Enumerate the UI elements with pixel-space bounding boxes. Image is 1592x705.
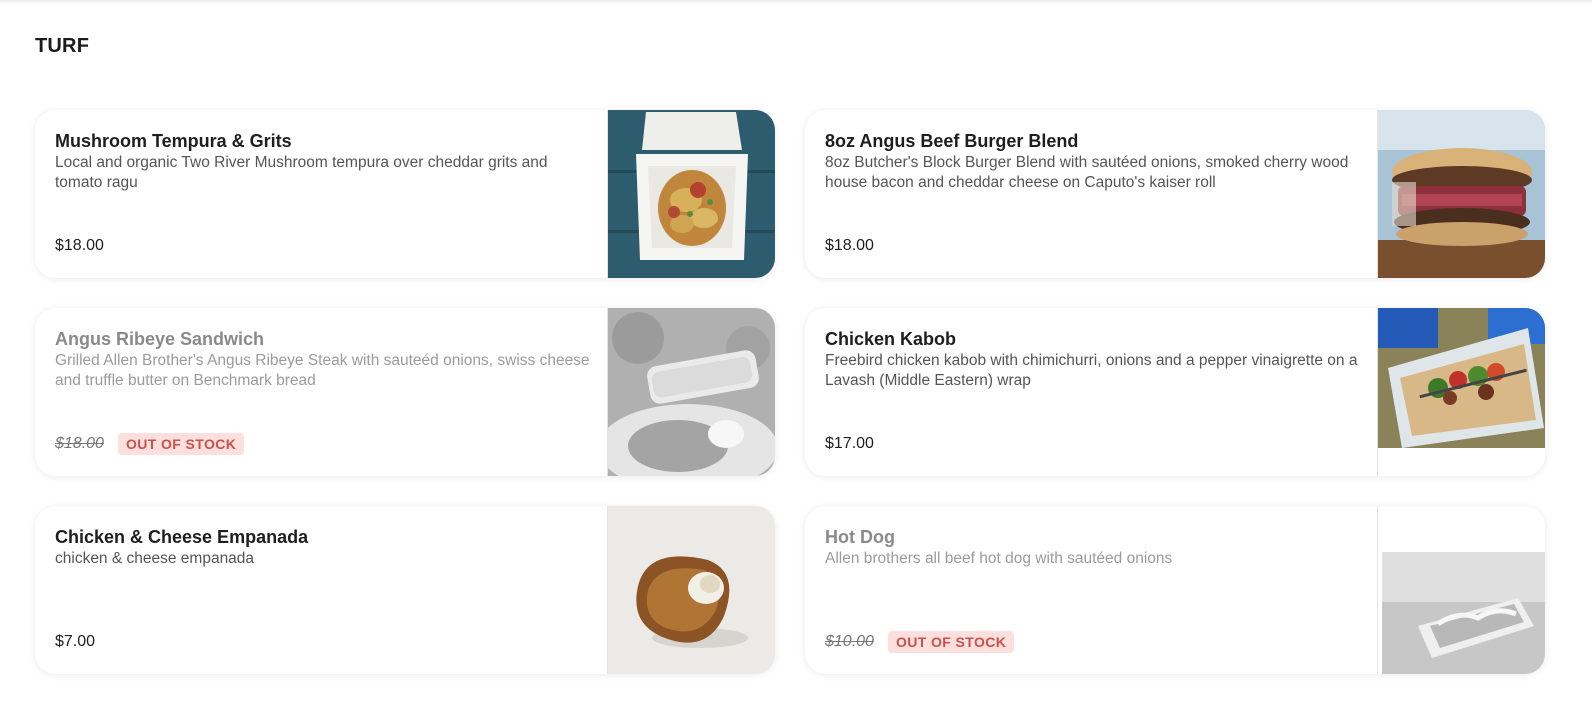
menu-item-photo [1377,110,1545,278]
header-divider [0,0,1592,4]
menu-item-card[interactable]: Mushroom Tempura & Grits Local and organ… [35,110,775,278]
menu-item-photo [1377,506,1545,674]
menu-item-name: Hot Dog [825,527,895,547]
menu-item-price: $17.00 [825,435,874,452]
menu-item-description: Allen brothers all beef hot dog with sau… [825,550,1173,567]
menu-item-price: $10.00 [825,633,874,650]
out-of-stock-badge: OUT OF STOCK [117,433,245,455]
menu-item-description: 8oz Butcher's Block Burger Blend with sa… [825,154,1349,191]
menu-item-card[interactable]: Chicken Kabob Freebird chicken kabob wit… [805,308,1545,476]
menu-item-info: Mushroom Tempura & Grits Local and organ… [55,130,595,258]
menu-grid: Mushroom Tempura & Grits Local and organ… [35,110,1545,674]
menu-item-info: Chicken & Cheese Empanada chicken & chee… [55,526,595,654]
menu-item-name: Chicken & Cheese Empanada [55,527,309,547]
menu-item-info: 8oz Angus Beef Burger Blend 8oz Butcher'… [825,130,1365,258]
price-row: $7.00 [55,630,95,654]
menu-item-photo [607,110,775,278]
section-title: TURF [35,35,90,57]
price-row: $18.00 [55,234,104,258]
menu-item-description: Freebird chicken kabob with chimichurri,… [825,352,1358,389]
menu-item-price: $18.00 [825,237,874,254]
menu-item-info: Hot Dog Allen brothers all beef hot dog … [825,526,1365,654]
price-row: $18.00 OUT OF STOCK [55,432,245,456]
menu-item-photo [607,506,775,674]
price-row: $10.00 OUT OF STOCK [825,630,1015,654]
menu-item-description: Grilled Allen Brother's Angus Ribeye Ste… [55,352,590,389]
menu-item-card[interactable]: 8oz Angus Beef Burger Blend 8oz Butcher'… [805,110,1545,278]
menu-item-card[interactable]: Chicken & Cheese Empanada chicken & chee… [35,506,775,674]
menu-item-card[interactable]: Hot Dog Allen brothers all beef hot dog … [805,506,1545,674]
menu-item-name: Chicken Kabob [825,329,957,349]
menu-item-name: Mushroom Tempura & Grits [55,131,292,151]
menu-item-photo [1377,308,1545,476]
out-of-stock-badge: OUT OF STOCK [887,631,1015,653]
menu-item-description: Local and organic Two River Mushroom tem… [55,154,548,191]
price-row: $18.00 [825,234,874,258]
menu-item-price: $7.00 [55,633,96,650]
menu-item-card[interactable]: Angus Ribeye Sandwich Grilled Allen Brot… [35,308,775,476]
menu-item-name: Angus Ribeye Sandwich [55,329,265,349]
menu-item-info: Chicken Kabob Freebird chicken kabob wit… [825,328,1365,456]
menu-item-info: Angus Ribeye Sandwich Grilled Allen Brot… [55,328,595,456]
menu-item-description: chicken & cheese empanada [55,550,255,567]
menu-item-price: $18.00 [55,435,104,452]
menu-item-name: 8oz Angus Beef Burger Blend [825,131,1079,151]
menu-item-price: $18.00 [55,237,104,254]
menu-item-photo [607,308,775,476]
price-row: $17.00 [825,432,874,456]
